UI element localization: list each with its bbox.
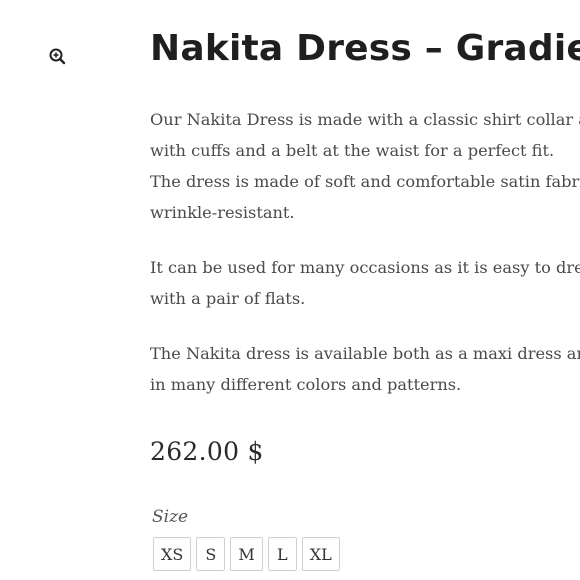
description-line: Our Nakita Dress is made with a classic …	[150, 110, 580, 129]
description-paragraph: The Nakita dress is available both as a …	[150, 338, 580, 400]
size-label: Size	[152, 507, 189, 527]
product-page: Nakita Dress – Gradient Our Nakita Dress…	[0, 0, 580, 580]
product-description: Our Nakita Dress is made with a classic …	[150, 104, 580, 424]
description-paragraph: It can be used for many occasions as it …	[150, 252, 580, 314]
description-line: The Nakita dress is available both as a …	[150, 344, 580, 363]
size-option-xl[interactable]: XL	[301, 537, 340, 571]
product-title: Nakita Dress – Gradient	[150, 28, 580, 69]
size-option-s[interactable]: S	[196, 537, 226, 571]
size-option-m[interactable]: M	[230, 537, 263, 571]
description-paragraph: Our Nakita Dress is made with a classic …	[150, 104, 580, 228]
description-line: The dress is made of soft and comfortabl…	[150, 172, 580, 191]
zoom-in-icon[interactable]	[47, 46, 69, 68]
size-option-xs[interactable]: XS	[153, 537, 192, 571]
description-line: wrinkle-resistant.	[150, 203, 295, 222]
product-price: 262.00 $	[150, 437, 264, 466]
description-line: It can be used for many occasions as it …	[150, 258, 580, 277]
description-line: with cuffs and a belt at the waist for a…	[150, 141, 555, 160]
description-line: with a pair of flats.	[150, 289, 306, 308]
size-options: XS S M L XL	[153, 537, 340, 571]
description-line: in many different colors and patterns.	[150, 375, 462, 394]
size-option-l[interactable]: L	[267, 537, 297, 571]
